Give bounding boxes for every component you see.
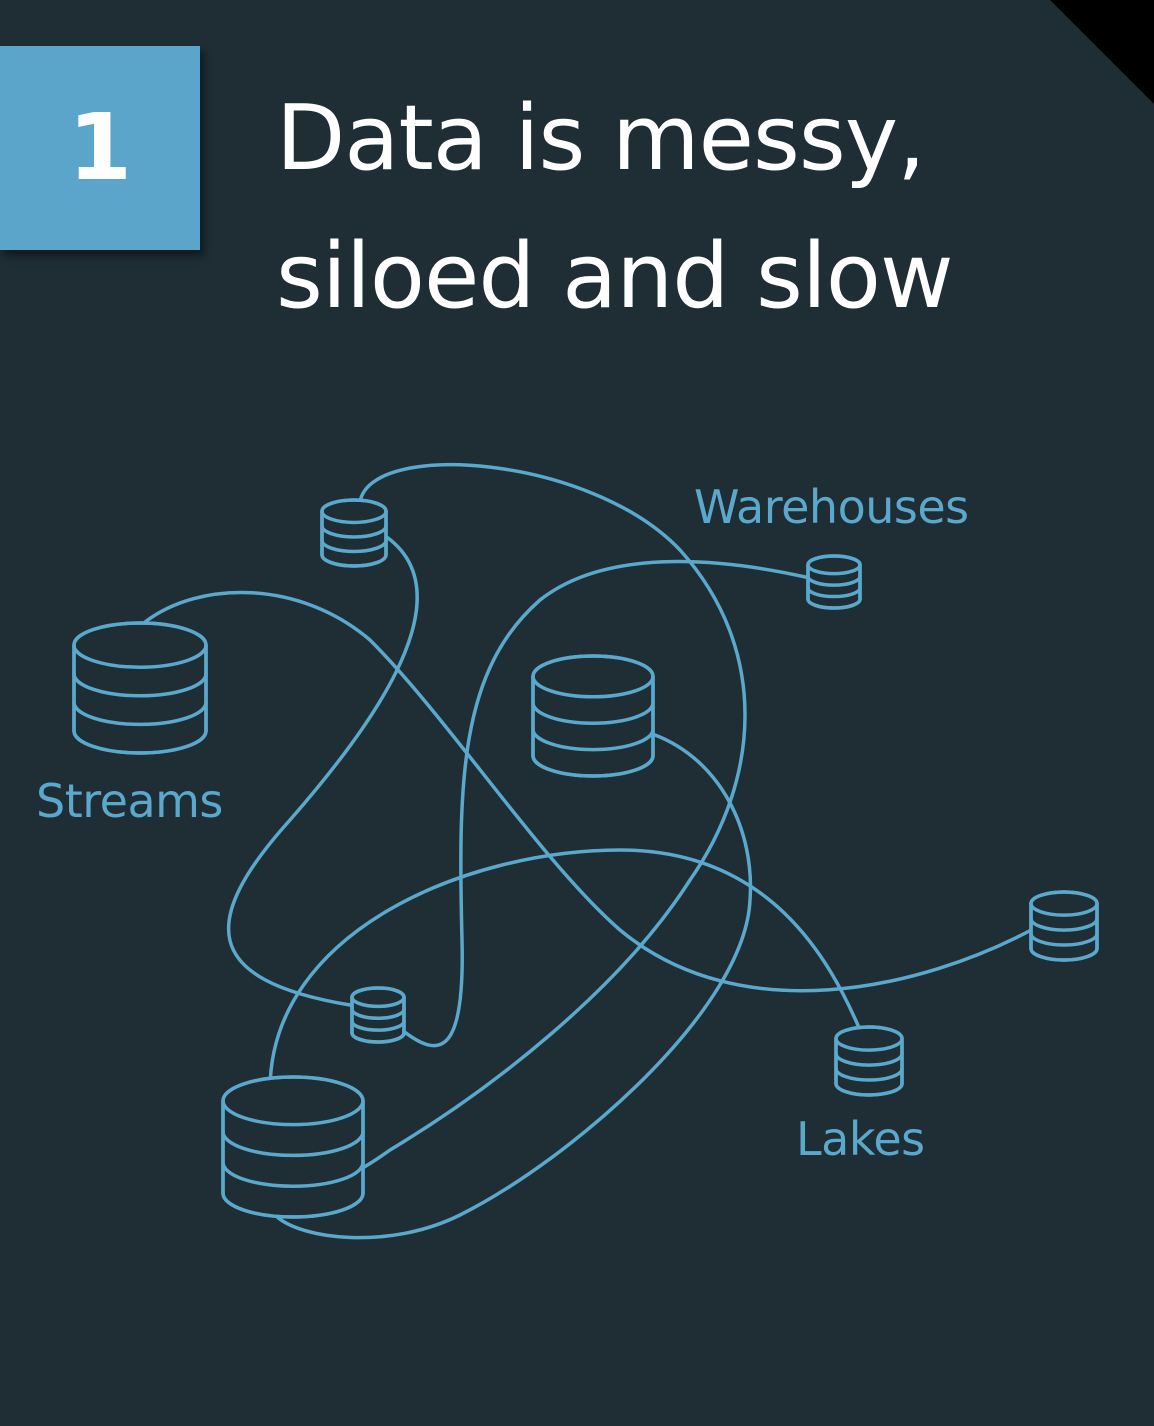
database-icon: [531, 654, 655, 778]
database-icon: [350, 986, 406, 1044]
connection-line: [268, 463, 862, 1187]
card: 1 Data is messy, siloed and slow Warehou…: [0, 0, 1154, 1426]
connection-line: [400, 559, 812, 1048]
database-icon: [834, 1025, 904, 1097]
label-streams: Streams: [36, 774, 223, 828]
data-silos-diagram: [72, 463, 1099, 1240]
database-icon: [72, 621, 208, 755]
label-lakes: Lakes: [796, 1112, 925, 1166]
connection-line: [143, 590, 1037, 993]
database-icon: [806, 554, 862, 610]
database-icon: [320, 498, 388, 568]
label-warehouses: Warehouses: [694, 480, 969, 534]
database-nodes: [72, 498, 1099, 1219]
database-icon: [1029, 890, 1099, 962]
database-icon: [221, 1075, 365, 1219]
connection-line: [226, 536, 419, 1007]
